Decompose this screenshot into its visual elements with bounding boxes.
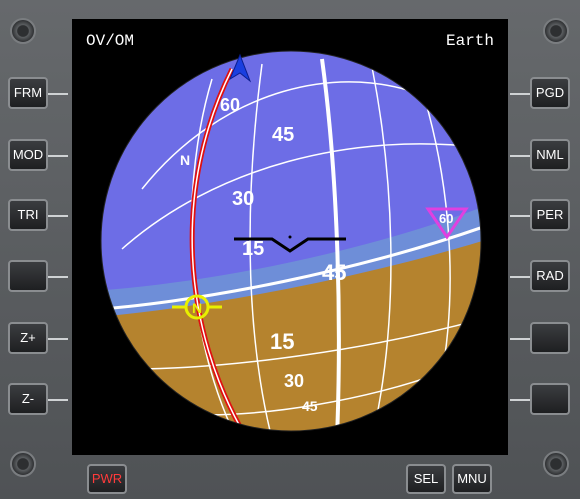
- mfd-screen: OV/OM Earth 60 45 30 15 45 15 30 45 N N …: [72, 19, 508, 455]
- button-right-5[interactable]: [510, 322, 570, 354]
- button-nml[interactable]: NML: [510, 139, 570, 171]
- button-zoom-out[interactable]: Z-: [8, 383, 68, 415]
- button-zoom-in[interactable]: Z+: [8, 322, 68, 354]
- lat-label-15: 15: [242, 238, 264, 260]
- button-zoom-out-label: Z-: [21, 391, 35, 406]
- lat-label-45: 45: [272, 124, 294, 146]
- lat-label-neg15: 15: [270, 329, 294, 354]
- power-button-label: PWR: [91, 471, 123, 486]
- button-tri-label: TRI: [17, 207, 39, 222]
- button-rad-label: RAD: [536, 268, 564, 283]
- screw-top-left: [10, 18, 36, 44]
- button-rad[interactable]: RAD: [510, 260, 570, 292]
- attitude-ball: 60 45 30 15 45 15 30 45 N N 60: [100, 50, 482, 432]
- lat-label-neg30: 30: [284, 371, 304, 391]
- meridian-label-n: N: [180, 152, 190, 168]
- menu-button[interactable]: MNU: [452, 464, 492, 494]
- lat-label-30: 30: [232, 188, 254, 210]
- button-zoom-in-label: Z+: [20, 330, 36, 345]
- retrograde-marker-label: 60: [439, 211, 453, 226]
- button-frm[interactable]: FRM: [8, 77, 68, 109]
- select-button[interactable]: SEL: [406, 464, 446, 494]
- button-nml-label: NML: [536, 147, 564, 162]
- screw-bottom-right: [543, 451, 569, 477]
- mfd-bezel: FRM MOD TRI Z+ Z- PGD NML PER RAD PWR SE…: [0, 0, 580, 499]
- button-mod-label: MOD: [12, 147, 44, 162]
- horizon-label: 45: [322, 260, 346, 285]
- button-per[interactable]: PER: [510, 199, 570, 231]
- lat-label-neg45: 45: [302, 398, 318, 414]
- select-button-label: SEL: [413, 471, 439, 486]
- button-mod[interactable]: MOD: [8, 139, 68, 171]
- button-right-6[interactable]: [510, 383, 570, 415]
- button-per-label: PER: [536, 207, 564, 222]
- power-button[interactable]: PWR: [87, 464, 127, 494]
- screw-top-right: [543, 18, 569, 44]
- screw-bottom-left: [10, 451, 36, 477]
- button-tri[interactable]: TRI: [8, 199, 68, 231]
- button-left-4[interactable]: [8, 260, 68, 292]
- button-pgd-label: PGD: [535, 85, 565, 100]
- lat-label-60: 60: [220, 95, 240, 115]
- menu-button-label: MNU: [457, 471, 487, 486]
- button-frm-label: FRM: [13, 85, 43, 100]
- button-pgd[interactable]: PGD: [510, 77, 570, 109]
- north-marker-label: N: [192, 300, 202, 316]
